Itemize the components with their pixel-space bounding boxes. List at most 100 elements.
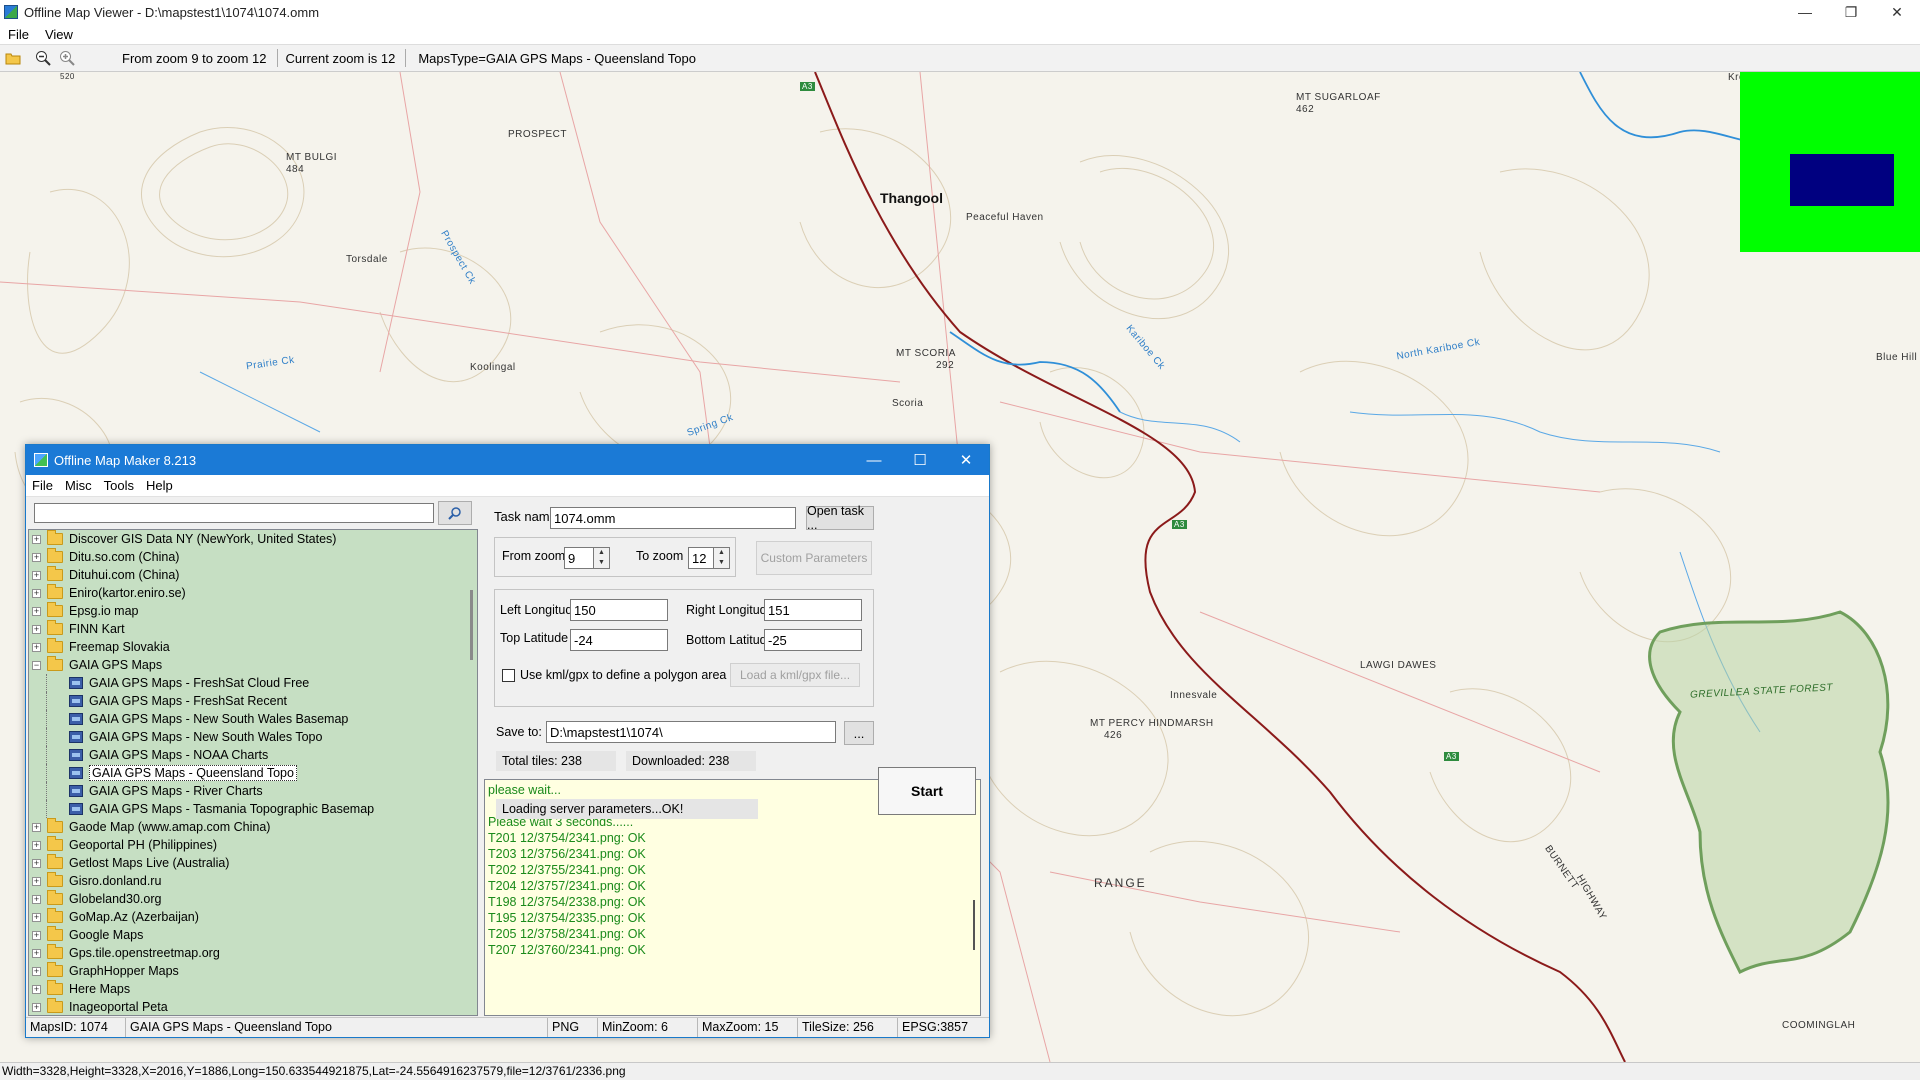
save-to-input[interactable] — [546, 721, 836, 743]
stepper-up-icon[interactable]: ▲ — [714, 548, 729, 558]
expand-icon[interactable]: + — [32, 894, 41, 904]
tree-folder-item[interactable]: + Here Maps — [29, 980, 477, 998]
dialog-titlebar[interactable]: Offline Map Maker 8.213 — ☐ ✕ — [26, 445, 989, 475]
tree-folder-item[interactable]: + Google Maps — [29, 926, 477, 944]
expand-icon[interactable]: + — [32, 876, 41, 886]
map-maker-dialog: Offline Map Maker 8.213 — ☐ ✕ File Misc … — [25, 444, 990, 1038]
tree-folder-item[interactable]: + Gisro.donland.ru — [29, 872, 477, 890]
dialog-close-button[interactable]: ✕ — [943, 445, 989, 475]
expand-icon[interactable]: + — [32, 1002, 41, 1012]
menu-view[interactable]: View — [37, 27, 81, 42]
tree-map-item[interactable]: GAIA GPS Maps - Tasmania Topographic Bas… — [29, 800, 477, 818]
tree-map-item[interactable]: GAIA GPS Maps - Queensland Topo — [29, 764, 477, 782]
tree-map-item[interactable]: GAIA GPS Maps - FreshSat Recent — [29, 692, 477, 710]
to-zoom-input[interactable] — [688, 547, 714, 569]
expand-icon[interactable]: + — [32, 840, 41, 850]
top-latitude-input[interactable] — [570, 629, 668, 651]
stepper-down-icon[interactable]: ▼ — [594, 558, 609, 568]
overview-minimap[interactable] — [1740, 72, 1920, 252]
tree-scrollbar[interactable] — [467, 530, 477, 1015]
browse-folder-button[interactable]: ... — [844, 721, 874, 745]
start-button[interactable]: Start — [878, 767, 976, 815]
tree-map-item[interactable]: GAIA GPS Maps - New South Wales Topo — [29, 728, 477, 746]
from-zoom-input[interactable] — [564, 547, 594, 569]
open-folder-icon[interactable] — [2, 47, 24, 69]
load-kml-button[interactable]: Load a kml/gpx file... — [730, 663, 860, 687]
expand-icon[interactable]: + — [32, 534, 41, 544]
tree-folder-item[interactable]: + Ditu.so.com (China) — [29, 548, 477, 566]
log-scroll-thumb[interactable] — [973, 900, 975, 950]
overview-viewport[interactable] — [1790, 154, 1894, 206]
expand-icon[interactable]: + — [32, 588, 41, 598]
left-longitude-input[interactable] — [570, 599, 668, 621]
provider-search-button[interactable] — [438, 501, 472, 525]
epsg-status: EPSG:3857 — [902, 1020, 969, 1034]
dialog-menu-tools[interactable]: Tools — [98, 478, 140, 493]
map-label-coominglah: COOMINGLAH — [1782, 1020, 1856, 1031]
tree-folder-item[interactable]: + Gps.tile.openstreetmap.org — [29, 944, 477, 962]
task-name-input[interactable] — [550, 507, 796, 529]
menu-file[interactable]: File — [0, 27, 37, 42]
tree-folder-item[interactable]: + Eniro(kartor.eniro.se) — [29, 584, 477, 602]
restore-button[interactable]: ❐ — [1828, 0, 1874, 24]
close-button[interactable]: ✕ — [1874, 0, 1920, 24]
tree-folder-item[interactable]: + Freemap Slovakia — [29, 638, 477, 656]
tree-folder-item[interactable]: + Getlost Maps Live (Australia) — [29, 854, 477, 872]
expand-icon[interactable]: + — [32, 552, 41, 562]
tree-folder-item[interactable]: + Geoportal PH (Philippines) — [29, 836, 477, 854]
expand-icon[interactable]: + — [32, 642, 41, 652]
tree-folder-item[interactable]: + GraphHopper Maps — [29, 962, 477, 980]
tree-map-item[interactable]: GAIA GPS Maps - River Charts — [29, 782, 477, 800]
tree-map-item[interactable]: GAIA GPS Maps - NOAA Charts — [29, 746, 477, 764]
use-kml-checkbox[interactable] — [502, 669, 515, 682]
zoom-in-icon[interactable] — [56, 47, 78, 69]
expand-icon[interactable]: + — [32, 984, 41, 994]
stepper-down-icon[interactable]: ▼ — [714, 558, 729, 568]
collapse-icon[interactable]: − — [32, 660, 41, 670]
expand-icon[interactable]: + — [32, 966, 41, 976]
open-task-button[interactable]: Open task ... — [806, 504, 874, 532]
from-zoom-stepper[interactable]: ▲ ▼ — [594, 547, 610, 569]
map-label-mt-sugarloaf: MT SUGARLOAF — [1296, 92, 1381, 103]
right-longitude-input[interactable] — [764, 599, 862, 621]
stepper-up-icon[interactable]: ▲ — [594, 548, 609, 558]
map-label-thangool: Thangool — [880, 190, 943, 206]
tree-folder-item[interactable]: + Globeland30.org — [29, 890, 477, 908]
expand-icon[interactable]: + — [32, 606, 41, 616]
map-label-koolingal: Koolingal — [470, 362, 516, 373]
dialog-menu-help[interactable]: Help — [140, 478, 179, 493]
minimize-button[interactable]: — — [1782, 0, 1828, 24]
expand-icon[interactable]: + — [32, 912, 41, 922]
bottom-latitude-input[interactable] — [764, 629, 862, 651]
tree-folder-item[interactable]: + Inageoportal Peta — [29, 998, 477, 1015]
to-zoom-stepper[interactable]: ▲ ▼ — [714, 547, 730, 569]
dialog-minimize-button[interactable]: — — [851, 445, 897, 475]
zoom-out-icon[interactable] — [32, 47, 54, 69]
tree-folder-item[interactable]: + FINN Kart — [29, 620, 477, 638]
tree-folder-item[interactable]: + Epsg.io map — [29, 602, 477, 620]
custom-parameters-button[interactable]: Custom Parameters — [756, 541, 872, 575]
map-layer-icon — [69, 695, 83, 707]
folder-open-icon — [47, 656, 63, 671]
state-forest — [1648, 610, 1890, 975]
expand-icon[interactable]: + — [32, 948, 41, 958]
expand-icon[interactable]: + — [32, 570, 41, 580]
tree-folder-item[interactable]: + Dituhui.com (China) — [29, 566, 477, 584]
expand-icon[interactable]: + — [32, 858, 41, 868]
tree-map-item[interactable]: GAIA GPS Maps - New South Wales Basemap — [29, 710, 477, 728]
map-label-mt-scoria: MT SCORIA — [896, 348, 956, 359]
dialog-maximize-button[interactable]: ☐ — [897, 445, 943, 475]
expand-icon[interactable]: + — [32, 822, 41, 832]
tree-map-item[interactable]: GAIA GPS Maps - FreshSat Cloud Free — [29, 674, 477, 692]
tree-scroll-thumb[interactable] — [470, 590, 473, 660]
tree-folder-item[interactable]: + GoMap.Az (Azerbaijan) — [29, 908, 477, 926]
tree-folder-item[interactable]: + Gaode Map (www.amap.com China) — [29, 818, 477, 836]
expand-icon[interactable]: + — [32, 930, 41, 940]
expand-icon[interactable]: + — [32, 624, 41, 634]
dialog-menu-file[interactable]: File — [26, 478, 59, 493]
tree-folder-item[interactable]: + Discover GIS Data NY (NewYork, United S… — [29, 530, 477, 548]
tree-folder-item[interactable]: − GAIA GPS Maps — [29, 656, 477, 674]
provider-search-input[interactable] — [34, 503, 434, 523]
map-provider-tree[interactable]: + Discover GIS Data NY (NewYork, United S… — [28, 529, 478, 1016]
dialog-menu-misc[interactable]: Misc — [59, 478, 98, 493]
